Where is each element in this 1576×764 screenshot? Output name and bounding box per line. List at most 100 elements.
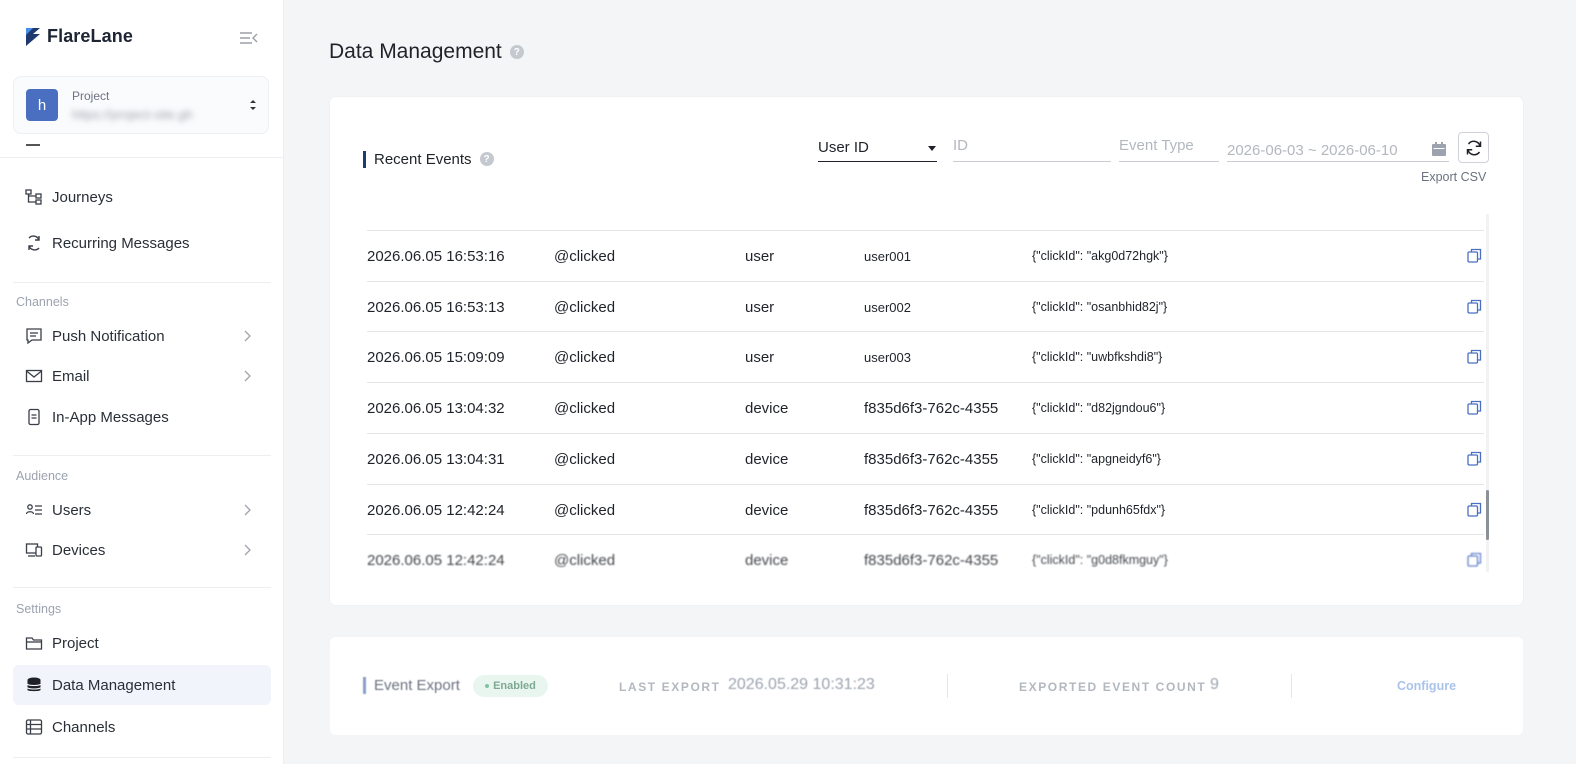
users-icon bbox=[25, 504, 42, 515]
sidebar-item-users[interactable]: Users bbox=[13, 490, 271, 530]
copy-icon[interactable] bbox=[1467, 400, 1482, 415]
cell-event: @clicked bbox=[554, 501, 616, 519]
sidebar-item-label: Recurring Messages bbox=[52, 234, 190, 252]
in-app-message-icon bbox=[28, 408, 40, 426]
cell-event: @clicked bbox=[554, 400, 616, 418]
id-input[interactable] bbox=[953, 134, 1111, 162]
scrolled-nav-item bbox=[0, 140, 283, 158]
chevron-right-icon bbox=[244, 330, 251, 342]
last-export-value: 2026.05.29 10:31:23 bbox=[728, 676, 875, 693]
sidebar-item-in-app-messages[interactable]: In-App Messages bbox=[13, 397, 271, 437]
recent-events-title: Recent Events ? bbox=[363, 150, 494, 168]
event-type-input[interactable] bbox=[1119, 134, 1219, 162]
sidebar-item-label: Email bbox=[52, 367, 90, 385]
sidebar: FlareLane h Project https://project-site… bbox=[0, 0, 284, 764]
database-icon bbox=[27, 677, 41, 692]
help-icon[interactable]: ? bbox=[479, 152, 494, 166]
sidebar-item-label: Project bbox=[52, 634, 99, 652]
sidebar-item-journeys[interactable]: Journeys bbox=[13, 177, 271, 217]
chevron-right-icon bbox=[244, 370, 251, 382]
configure-button[interactable]: Configure bbox=[1397, 679, 1456, 693]
cell-event: @clicked bbox=[554, 450, 616, 468]
brand-name: FlareLane bbox=[47, 26, 133, 46]
recent-events-title-text: Recent Events bbox=[374, 150, 472, 168]
date-range-picker[interactable]: 2026-06-03 ~ 2026-06-10 bbox=[1227, 134, 1449, 162]
table-row: 2026.06.05 16:53:16 @clicked user user001 {"… bbox=[367, 230, 1484, 281]
events-table: 2026.06.05 16:53:16 @clicked user user001 {"… bbox=[367, 214, 1489, 572]
sidebar-item-recurring-messages[interactable]: Recurring Messages bbox=[13, 223, 271, 263]
sidebar-item-email[interactable]: Email bbox=[13, 356, 271, 396]
copy-icon[interactable] bbox=[1467, 552, 1482, 567]
table-row: 2026.06.05 12:42:24 @clicked device f835d6f… bbox=[367, 534, 1484, 572]
title-accent-bar bbox=[363, 150, 366, 168]
cell-properties: {"clickId": "uwbfkshdi8"} bbox=[1032, 350, 1163, 365]
cell-id: f835d6f3-762c-4355 bbox=[864, 501, 999, 519]
sidebar-item-label: Users bbox=[52, 501, 92, 519]
sidebar-item-project[interactable]: Project bbox=[13, 623, 271, 663]
copy-icon[interactable] bbox=[1467, 248, 1482, 263]
divider bbox=[947, 674, 948, 698]
cell-id: user001 bbox=[864, 249, 911, 264]
cell-time: 2026.06.05 12:42:24 bbox=[367, 501, 505, 519]
table-scrollbar[interactable] bbox=[1486, 214, 1489, 572]
switch-project-icon[interactable] bbox=[248, 97, 258, 113]
divider bbox=[13, 757, 271, 758]
sidebar-item-data-management[interactable]: Data Management bbox=[13, 665, 271, 705]
sidebar-item-devices[interactable]: Devices bbox=[13, 530, 271, 570]
status-dot-icon bbox=[485, 684, 490, 688]
chevron-right-icon bbox=[244, 544, 251, 556]
filter-type-select[interactable]: User ID bbox=[818, 134, 937, 162]
channels-icon bbox=[25, 719, 43, 735]
filter-type-value: User ID bbox=[818, 139, 869, 156]
project-label: Project bbox=[72, 89, 110, 103]
cell-subject: device bbox=[745, 450, 789, 468]
journeys-icon bbox=[25, 189, 42, 205]
recurring-icon bbox=[28, 235, 40, 251]
cell-subject: device bbox=[745, 501, 789, 519]
cell-id: f835d6f3-762c-4355 bbox=[864, 552, 999, 570]
project-name: https://project-site.gh bbox=[72, 107, 193, 122]
help-icon[interactable]: ? bbox=[509, 45, 524, 59]
divider bbox=[13, 282, 271, 283]
refresh-button[interactable] bbox=[1458, 132, 1489, 163]
cell-properties: {"clickId": "osanbhid82j"} bbox=[1032, 299, 1168, 314]
cell-id: user002 bbox=[864, 299, 911, 315]
cell-subject: device bbox=[745, 400, 789, 418]
divider bbox=[13, 587, 271, 588]
cell-time: 2026.06.05 12:42:24 bbox=[367, 552, 505, 570]
copy-icon[interactable] bbox=[1467, 502, 1482, 517]
cell-subject: user bbox=[745, 349, 775, 367]
project-switcher[interactable]: h Project https://project-site.gh bbox=[13, 76, 269, 134]
cell-event: @clicked bbox=[554, 349, 616, 367]
exported-count-value: 9 bbox=[1210, 676, 1219, 693]
status-badge-text: Enabled bbox=[493, 680, 536, 692]
scrollbar-thumb[interactable] bbox=[1486, 490, 1489, 540]
caret-down-icon bbox=[928, 146, 936, 151]
page-title: Data Management ? bbox=[329, 40, 524, 64]
last-export-label: LAST EXPORT bbox=[619, 680, 721, 694]
sidebar-item-channels[interactable]: Channels bbox=[13, 707, 271, 747]
cell-subject: user bbox=[745, 298, 775, 316]
cell-event: @clicked bbox=[554, 552, 616, 570]
copy-icon[interactable] bbox=[1467, 299, 1482, 314]
section-title-channels: Channels bbox=[16, 295, 69, 309]
copy-icon[interactable] bbox=[1467, 349, 1482, 365]
cell-properties: {"clickId": "d82jgndou6"} bbox=[1032, 401, 1166, 416]
folder-icon bbox=[25, 637, 43, 650]
calendar-icon bbox=[1432, 142, 1446, 156]
email-icon bbox=[25, 369, 43, 383]
collapse-sidebar-icon[interactable] bbox=[239, 30, 259, 46]
cell-id: user003 bbox=[864, 350, 911, 366]
section-title-audience: Audience bbox=[16, 469, 69, 483]
export-csv-link[interactable]: Export CSV bbox=[1421, 170, 1486, 184]
brand[interactable]: FlareLane bbox=[25, 26, 133, 47]
flarelane-logo-icon bbox=[26, 27, 40, 46]
copy-icon[interactable] bbox=[1467, 451, 1482, 466]
cell-time: 2026.06.05 15:09:09 bbox=[367, 349, 505, 367]
sidebar-item-push-notification[interactable]: Push Notification bbox=[13, 316, 271, 356]
cell-subject: user bbox=[745, 248, 775, 265]
cell-event: @clicked bbox=[554, 298, 616, 316]
sidebar-item-label: Journeys bbox=[52, 188, 113, 206]
table-row: 2026.06.05 13:04:31 @clicked device f835d6f… bbox=[367, 432, 1484, 484]
event-export-title-text: Event Export bbox=[374, 677, 460, 694]
